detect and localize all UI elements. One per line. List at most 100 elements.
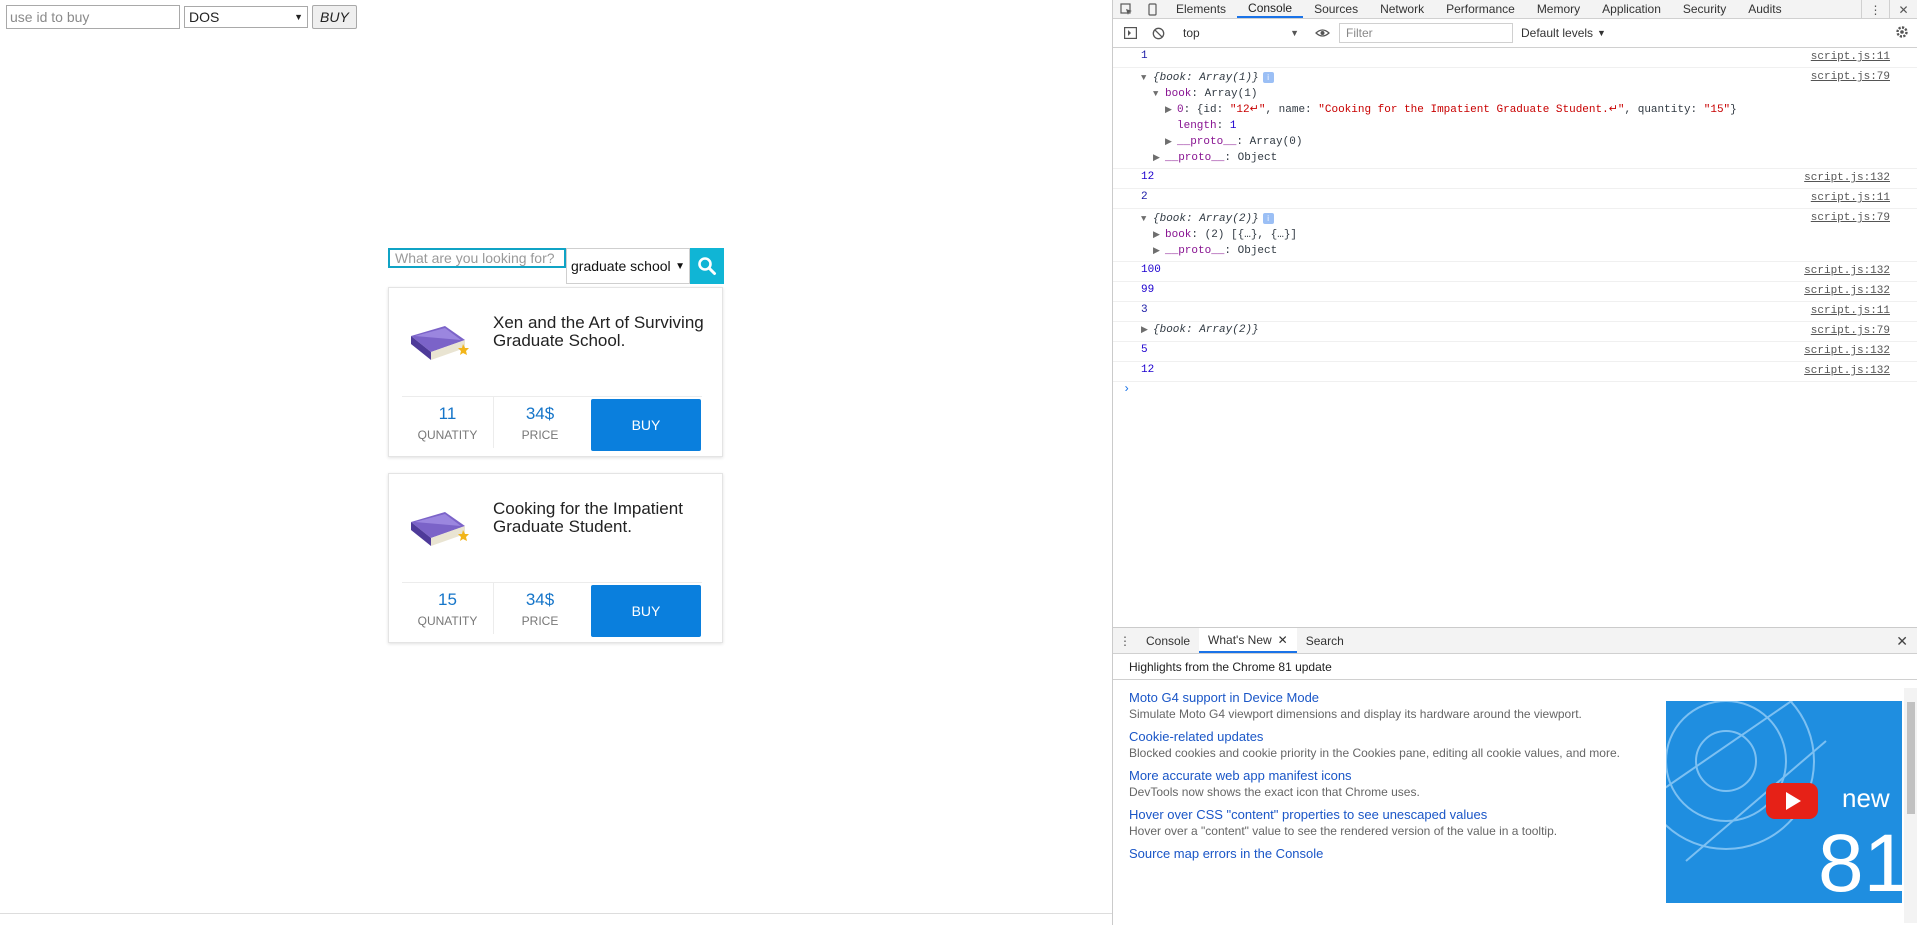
console-message: 99 script.js:132 xyxy=(1113,282,1917,302)
source-link[interactable]: script.js:79 xyxy=(1811,212,1890,224)
quantity-label: QUNATITY xyxy=(417,613,478,628)
expand-arrow-icon[interactable]: ▼ xyxy=(1153,86,1165,102)
drawer-tab-console[interactable]: Console xyxy=(1137,628,1199,653)
prop-key: book xyxy=(1165,229,1192,241)
buy-by-id-button[interactable]: BUY xyxy=(312,5,357,29)
news-title-link[interactable]: Moto G4 support in Device Mode xyxy=(1129,690,1629,705)
news-item: More accurate web app manifest icons Dev… xyxy=(1129,768,1629,799)
log-value: 100 xyxy=(1141,264,1161,276)
payment-select[interactable]: DOS ▼ xyxy=(184,6,308,28)
console-message: 1 script.js:11 xyxy=(1113,48,1917,68)
log-levels-dropdown[interactable]: Default levels ▼ xyxy=(1521,26,1606,40)
object-summary[interactable]: {book: Array(2)} xyxy=(1153,213,1259,225)
news-description: Simulate Moto G4 viewport dimensions and… xyxy=(1129,707,1582,721)
console-filter-input[interactable]: Filter xyxy=(1339,23,1513,43)
news-title-link[interactable]: Cookie-related updates xyxy=(1129,729,1629,744)
tab-application[interactable]: Application xyxy=(1591,0,1672,18)
prop-value: "15" xyxy=(1703,104,1731,116)
prop-value: Object xyxy=(1237,245,1278,257)
close-icon[interactable]: ✕ xyxy=(1889,0,1917,19)
close-icon[interactable]: ✕ xyxy=(1278,633,1288,647)
tab-network[interactable]: Network xyxy=(1369,0,1435,18)
drawer-scrollbar[interactable] xyxy=(1904,688,1917,923)
tab-audits[interactable]: Audits xyxy=(1737,0,1792,18)
devtools-panel: Elements Console Sources Network Perform… xyxy=(1112,0,1917,925)
console-message: 3 script.js:11 xyxy=(1113,302,1917,322)
source-link[interactable]: script.js:132 xyxy=(1804,345,1890,357)
expand-arrow-icon[interactable]: ▶ xyxy=(1153,150,1165,166)
log-value: 12 xyxy=(1141,171,1155,183)
console-message: ▼ {book: Array(2)} i ▶ book: (2) [{…}, {…}]… xyxy=(1113,209,1917,262)
source-link[interactable]: script.js:79 xyxy=(1811,71,1890,83)
price-stat: 34$ PRICE xyxy=(494,397,586,448)
buy-button[interactable]: BUY xyxy=(591,585,701,637)
more-options-icon[interactable]: ⋮ xyxy=(1861,0,1889,19)
tab-sources[interactable]: Sources xyxy=(1303,0,1369,18)
quantity-value: 11 xyxy=(438,403,457,423)
expand-arrow-icon[interactable]: ▶ xyxy=(1153,227,1165,243)
log-value: 99 xyxy=(1141,284,1155,296)
category-select[interactable]: graduate school ▼ xyxy=(566,248,690,284)
devtools-tabbar: Elements Console Sources Network Perform… xyxy=(1113,0,1917,19)
console-message: 5 script.js:132 xyxy=(1113,342,1917,362)
expand-arrow-icon[interactable]: ▼ xyxy=(1141,70,1153,86)
source-link[interactable]: script.js:132 xyxy=(1804,365,1890,377)
book-icon xyxy=(411,326,469,360)
console-prompt[interactable]: › xyxy=(1113,382,1917,396)
console-message: 12 script.js:132 xyxy=(1113,169,1917,189)
expand-arrow-icon[interactable]: ▶ xyxy=(1165,134,1177,150)
object-summary[interactable]: {book: Array(1)} xyxy=(1153,72,1259,84)
source-link[interactable]: script.js:132 xyxy=(1804,285,1890,297)
prop-value: Object xyxy=(1237,152,1278,164)
expand-arrow-icon[interactable]: ▼ xyxy=(1141,211,1153,227)
devtools-drawer: ⋮ Console What's New ✕ Search ✕ Highligh… xyxy=(1113,627,1917,925)
scrollbar-thumb[interactable] xyxy=(1907,702,1915,814)
news-title-link[interactable]: More accurate web app manifest icons xyxy=(1129,768,1629,783)
eye-icon[interactable] xyxy=(1311,22,1333,44)
tab-security[interactable]: Security xyxy=(1672,0,1737,18)
drawer-tab-whats-new[interactable]: What's New ✕ xyxy=(1199,628,1297,653)
chrome-81-video-thumbnail[interactable]: new 81 xyxy=(1666,701,1902,903)
book-id-input[interactable] xyxy=(6,5,180,29)
buy-button[interactable]: BUY xyxy=(591,399,701,451)
drawer-tabbar: ⋮ Console What's New ✕ Search ✕ xyxy=(1113,628,1917,654)
tab-performance[interactable]: Performance xyxy=(1435,0,1526,18)
tab-memory[interactable]: Memory xyxy=(1526,0,1591,18)
source-link[interactable]: script.js:132 xyxy=(1804,172,1890,184)
sidebar-toggle-icon[interactable] xyxy=(1119,22,1141,44)
news-title-link[interactable]: Hover over CSS "content" properties to s… xyxy=(1129,807,1629,822)
source-link[interactable]: script.js:11 xyxy=(1811,51,1890,63)
object-summary[interactable]: {book: Array(2)} xyxy=(1153,324,1259,336)
device-toolbar-icon[interactable] xyxy=(1139,0,1165,18)
drawer-tab-search[interactable]: Search xyxy=(1297,628,1353,653)
source-link[interactable]: script.js:79 xyxy=(1811,325,1890,337)
source-link[interactable]: script.js:11 xyxy=(1811,305,1890,317)
news-title-link[interactable]: Source map errors in the Console xyxy=(1129,846,1629,861)
chevron-down-icon: ▼ xyxy=(675,260,685,272)
clear-console-icon[interactable] xyxy=(1147,22,1169,44)
console-message: ▶ {book: Array(2)} script.js:79 xyxy=(1113,322,1917,342)
search-button[interactable] xyxy=(690,248,724,284)
drawer-tab-label: What's New xyxy=(1208,632,1272,647)
buy-bar: DOS ▼ BUY xyxy=(6,5,357,29)
news-description: DevTools now shows the exact icon that C… xyxy=(1129,785,1420,799)
more-options-icon[interactable]: ⋮ xyxy=(1113,628,1137,653)
source-link[interactable]: script.js:132 xyxy=(1804,265,1890,277)
expand-arrow-icon[interactable]: ▶ xyxy=(1141,325,1153,335)
context-select[interactable]: top ▼ xyxy=(1177,23,1305,43)
inspect-element-icon[interactable] xyxy=(1113,0,1139,18)
tab-elements[interactable]: Elements xyxy=(1165,0,1237,18)
book-title: Xen and the Art of Surviving Graduate Sc… xyxy=(493,313,704,350)
search-input[interactable] xyxy=(388,248,566,268)
news-item: Moto G4 support in Device Mode Simulate … xyxy=(1129,690,1629,721)
close-drawer-icon[interactable]: ✕ xyxy=(1896,633,1908,650)
chevron-down-icon: ▼ xyxy=(1597,28,1606,38)
tab-console[interactable]: Console xyxy=(1237,0,1304,18)
source-link[interactable]: script.js:11 xyxy=(1811,192,1890,204)
gear-icon[interactable] xyxy=(1895,25,1909,42)
expand-arrow-icon[interactable]: ▶ xyxy=(1165,102,1177,118)
console-output: 1 script.js:11 ▼ {book: Array(1)} i ▼ book:… xyxy=(1113,48,1917,628)
expand-arrow-icon[interactable]: ▶ xyxy=(1153,243,1165,259)
search-bar: graduate school ▼ xyxy=(388,248,724,284)
payment-select-value: DOS xyxy=(189,9,220,25)
